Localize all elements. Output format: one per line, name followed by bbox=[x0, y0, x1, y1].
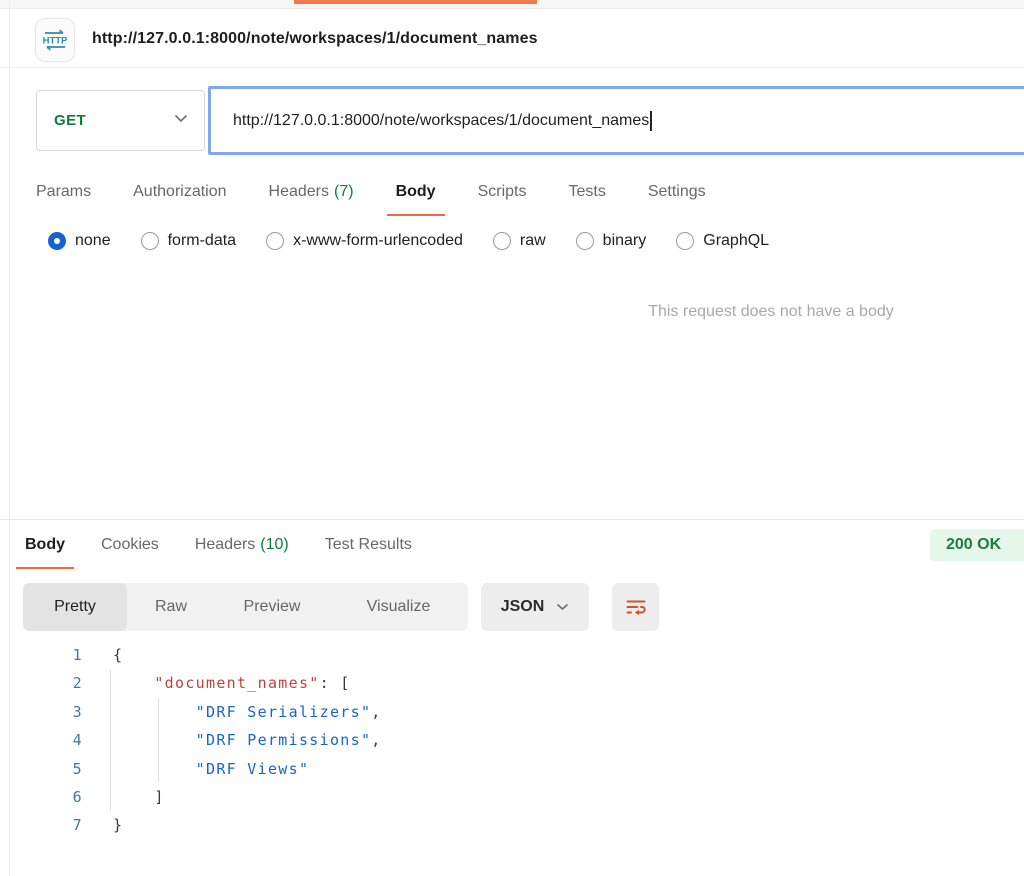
body-type-selector: none form-data x-www-form-urlencoded raw… bbox=[48, 232, 769, 250]
tab-scripts-label: Scripts bbox=[477, 183, 527, 200]
radio-none[interactable]: none bbox=[48, 232, 111, 250]
response-tab-body-label: Body bbox=[25, 536, 65, 553]
view-tab-raw-label: Raw bbox=[154, 598, 187, 615]
line-number: 2 bbox=[72, 674, 83, 693]
code-line: 5 "DRF Views" bbox=[10, 755, 1024, 783]
radio-none-label: none bbox=[75, 232, 111, 249]
svg-text:HTTP: HTTP bbox=[43, 36, 68, 47]
text-cursor bbox=[650, 110, 652, 131]
response-tab-cookies[interactable]: Cookies bbox=[92, 530, 168, 569]
view-tab-pretty[interactable]: Pretty bbox=[23, 583, 127, 631]
tab-tests-label: Tests bbox=[568, 183, 606, 200]
radio-x-www-form-urlencoded[interactable]: x-www-form-urlencoded bbox=[266, 232, 463, 250]
response-tab-headers[interactable]: Headers (10) bbox=[186, 530, 298, 569]
radio-unselected-icon bbox=[575, 232, 594, 250]
wrap-line-icon bbox=[624, 595, 648, 619]
response-tab-test-results-label: Test Results bbox=[324, 536, 412, 553]
request-header: HTTP http://127.0.0.1:8000/note/workspac… bbox=[0, 10, 1024, 68]
tab-authorization-label: Authorization bbox=[133, 183, 227, 200]
http-method-icon: HTTP bbox=[35, 18, 75, 62]
radio-form-data-label: form-data bbox=[167, 232, 237, 249]
response-tab-cookies-label: Cookies bbox=[101, 536, 159, 553]
response-tab-body[interactable]: Body bbox=[16, 530, 74, 569]
method-dropdown[interactable]: GET bbox=[36, 90, 205, 151]
tab-body[interactable]: Body bbox=[386, 177, 445, 216]
chevron-down-icon bbox=[556, 603, 569, 611]
format-dropdown[interactable]: JSON bbox=[481, 583, 589, 631]
line-number: 7 bbox=[72, 816, 83, 835]
radio-form-data[interactable]: form-data bbox=[140, 232, 237, 250]
tab-params-label: Params bbox=[36, 183, 92, 200]
radio-selected-icon bbox=[48, 232, 66, 250]
line-number: 4 bbox=[72, 731, 83, 750]
code-line: 7 } bbox=[10, 811, 1024, 839]
radio-unselected-icon bbox=[676, 232, 695, 250]
view-tab-preview[interactable]: Preview bbox=[215, 583, 329, 631]
response-headers-count-badge: (10) bbox=[260, 536, 289, 553]
top-tab-strip bbox=[0, 0, 1024, 9]
radio-raw-label: raw bbox=[519, 232, 546, 249]
tab-settings[interactable]: Settings bbox=[639, 177, 715, 216]
response-tab-test-results[interactable]: Test Results bbox=[316, 530, 421, 569]
url-input-value: http://127.0.0.1:8000/note/workspaces/1/… bbox=[233, 111, 650, 129]
tab-headers-label: Headers bbox=[268, 183, 329, 200]
indent-guide bbox=[158, 698, 159, 782]
line-number: 5 bbox=[72, 759, 83, 778]
status-badge: 200 OK bbox=[930, 529, 1024, 561]
tab-scripts[interactable]: Scripts bbox=[469, 177, 536, 216]
view-tab-raw[interactable]: Raw bbox=[127, 583, 215, 631]
view-tab-pretty-label: Pretty bbox=[54, 598, 96, 615]
request-response-divider bbox=[0, 519, 1024, 520]
radio-raw[interactable]: raw bbox=[492, 232, 546, 250]
tab-body-label: Body bbox=[395, 183, 436, 200]
code-line: 4 "DRF Permissions", bbox=[10, 726, 1024, 754]
request-tab-bar: Params Authorization Headers (7) Body Scr… bbox=[27, 177, 715, 216]
response-view-switcher: Pretty Raw Preview Visualize bbox=[23, 583, 468, 631]
view-tab-visualize[interactable]: Visualize bbox=[329, 583, 468, 631]
radio-graphql-label: GraphQL bbox=[703, 232, 770, 249]
radio-x-www-form-urlencoded-label: x-www-form-urlencoded bbox=[293, 232, 463, 249]
tab-params[interactable]: Params bbox=[27, 177, 100, 216]
chevron-down-icon bbox=[174, 114, 188, 123]
response-tab-bar: Body Cookies Headers (10) Test Results bbox=[16, 530, 421, 569]
tab-settings-label: Settings bbox=[647, 183, 706, 200]
request-title: http://127.0.0.1:8000/note/workspaces/1/… bbox=[92, 30, 538, 47]
radio-unselected-icon bbox=[492, 232, 511, 250]
method-label: GET bbox=[54, 112, 87, 129]
radio-graphql[interactable]: GraphQL bbox=[676, 232, 769, 250]
tab-authorization[interactable]: Authorization bbox=[124, 177, 235, 216]
url-input[interactable]: http://127.0.0.1:8000/note/workspaces/1/… bbox=[208, 86, 1024, 155]
code-line: 2 "document_names": [ bbox=[10, 669, 1024, 697]
indent-guide bbox=[110, 670, 111, 811]
code-line: 6 ] bbox=[10, 783, 1024, 811]
active-tab-indicator bbox=[294, 0, 537, 4]
headers-count-badge: (7) bbox=[334, 183, 354, 200]
postman-request-window: HTTP http://127.0.0.1:8000/note/workspac… bbox=[0, 0, 1024, 876]
view-tab-visualize-label: Visualize bbox=[366, 598, 431, 615]
view-tab-preview-label: Preview bbox=[243, 598, 301, 615]
empty-body-message: This request does not have a body bbox=[648, 303, 894, 320]
line-number: 6 bbox=[72, 787, 83, 806]
wrap-line-button[interactable] bbox=[612, 583, 659, 631]
tab-tests[interactable]: Tests bbox=[559, 177, 614, 216]
tab-headers[interactable]: Headers (7) bbox=[260, 177, 363, 216]
response-tab-headers-label: Headers bbox=[194, 536, 256, 553]
radio-binary-label: binary bbox=[602, 232, 647, 249]
radio-binary[interactable]: binary bbox=[575, 232, 647, 250]
code-line: 3 "DRF Serializers", bbox=[10, 698, 1024, 726]
response-body-viewer: 1 { 2 "document_names": [ 3 "DRF Seriali… bbox=[10, 641, 1024, 840]
line-number: 3 bbox=[72, 702, 83, 721]
format-dropdown-label: JSON bbox=[500, 598, 545, 615]
radio-unselected-icon bbox=[140, 232, 159, 250]
code-line: 1 { bbox=[10, 641, 1024, 669]
radio-unselected-icon bbox=[266, 232, 285, 250]
line-number: 1 bbox=[72, 646, 83, 664]
